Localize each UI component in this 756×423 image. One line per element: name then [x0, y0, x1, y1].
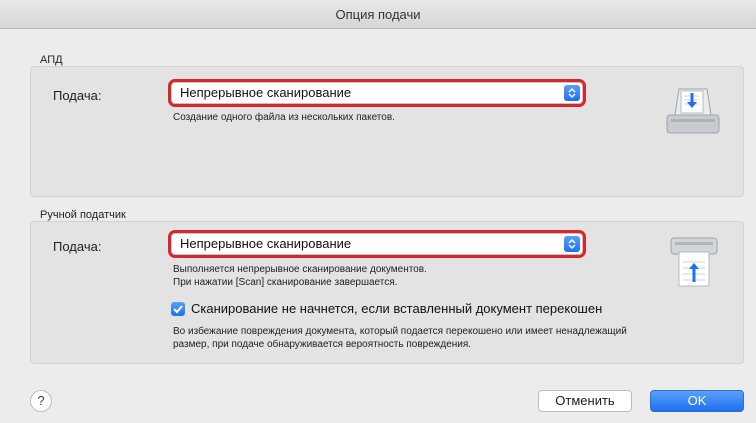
adf-feed-value: Непрерывное сканирование [180, 85, 352, 100]
manual-panel: Подача: Непрерывное сканирование Выполня… [30, 221, 744, 364]
manual-description-line1: Выполняется непрерывное сканирование док… [173, 264, 427, 275]
manual-scanner-icon [665, 232, 723, 295]
help-button[interactable]: ? [30, 390, 52, 412]
adf-feed-label: Подача: [53, 88, 102, 103]
skew-checkbox-label[interactable]: Сканирование не начнется, если вставленн… [191, 301, 602, 316]
select-stepper-icon [564, 236, 580, 252]
adf-scanner-icon [663, 85, 723, 142]
ok-button[interactable]: OK [650, 390, 744, 412]
manual-feed-label: Подача: [53, 239, 102, 254]
cancel-button[interactable]: Отменить [538, 390, 632, 412]
manual-section-label: Ручной податчик [40, 209, 126, 221]
manual-description-line2: При нажатии [Scan] сканирование завершае… [173, 277, 398, 288]
manual-feed-value: Непрерывное сканирование [180, 236, 352, 251]
skew-checkbox[interactable] [171, 302, 185, 316]
manual-feed-select[interactable]: Непрерывное сканирование [171, 233, 583, 255]
skew-note-line1: Во избежание повреждения документа, кото… [173, 326, 627, 337]
adf-panel: Подача: Непрерывное сканирование Создани… [30, 66, 744, 197]
adf-feed-select[interactable]: Непрерывное сканирование [171, 82, 583, 104]
select-stepper-icon [564, 85, 580, 101]
skew-note-line2: размер, при подаче обнаруживается вероят… [173, 339, 472, 350]
window-title: Опция подачи [0, 0, 756, 29]
checkmark-icon [173, 305, 183, 314]
adf-section-label: АПД [40, 54, 63, 66]
adf-description: Создание одного файла из нескольких паке… [173, 112, 395, 123]
